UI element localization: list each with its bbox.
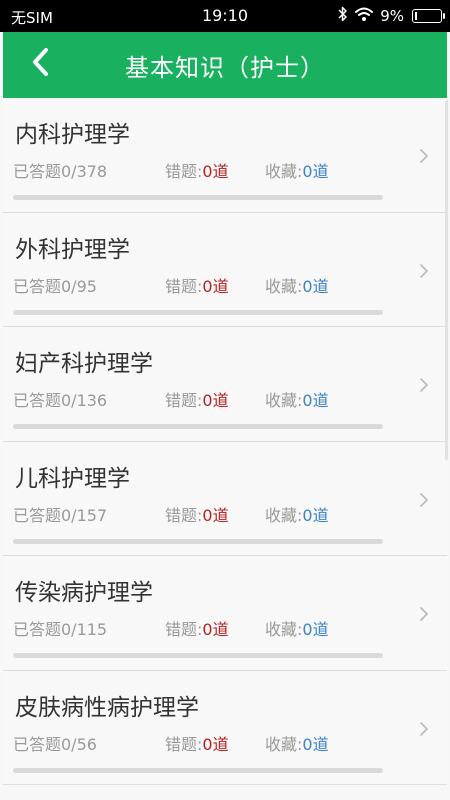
list-item[interactable]: 皮肤病性病护理学 已答题0/56 错题:0道 收藏:0道 xyxy=(3,670,447,785)
favorite-label: 收藏: xyxy=(265,391,303,410)
answered-count: 已答题0/56 xyxy=(13,734,97,754)
chevron-right-icon xyxy=(419,263,429,283)
favorite-count: 收藏:0道 xyxy=(265,616,329,640)
answered-count: 已答题0/115 xyxy=(13,620,108,639)
progress-bar xyxy=(13,309,383,315)
progress-bar xyxy=(13,538,383,544)
favorite-label: 收藏: xyxy=(265,162,303,181)
progress-bar xyxy=(13,653,383,658)
favorite-count: 收藏:0道 xyxy=(265,502,329,526)
wrong-count: 错题:0道 xyxy=(165,502,229,526)
wrong-label: 错题: xyxy=(165,276,203,296)
list-item[interactable]: 传染病护理学 已答题0/115 错题:0道 收藏:0道 xyxy=(3,556,447,671)
wifi-icon xyxy=(354,6,374,26)
battery-percent: 9% xyxy=(380,7,404,25)
bluetooth-icon xyxy=(338,6,348,26)
favorite-value: 0道 xyxy=(302,391,329,410)
screen: 无SIM 19:10 9% 基本知识（护士） 内科护理学 已答题0/378 错题… xyxy=(0,0,450,800)
favorite-count: 收藏:0道 xyxy=(265,158,329,182)
subject-list: 内科护理学 已答题0/378 错题:0道 收藏:0道 外科护理学 已答题0/95… xyxy=(3,98,447,785)
wrong-label: 错题: xyxy=(165,734,203,754)
favorite-value: 0道 xyxy=(302,620,329,639)
favorite-label: 收藏: xyxy=(265,734,303,754)
favorite-value: 0道 xyxy=(302,505,329,525)
chevron-right-icon xyxy=(419,606,429,626)
battery-level-fill xyxy=(415,12,418,20)
favorite-count: 收藏:0道 xyxy=(265,387,329,411)
progress-bar xyxy=(13,424,383,429)
list-item[interactable]: 妇产科护理学 已答题0/136 错题:0道 收藏:0道 xyxy=(3,327,447,442)
list-item[interactable]: 外科护理学 已答题0/95 错题:0道 收藏:0道 xyxy=(3,212,447,327)
status-bar: 无SIM 19:10 9% xyxy=(0,0,450,32)
wrong-label: 错题: xyxy=(165,162,203,181)
wrong-label: 错题: xyxy=(165,620,203,639)
scrollbar[interactable] xyxy=(445,100,448,460)
wrong-value: 0道 xyxy=(202,620,229,639)
subject-name: 内科护理学 xyxy=(15,122,130,148)
answered-count: 已答题0/136 xyxy=(13,391,108,410)
app-header: 基本知识（护士） xyxy=(3,32,447,98)
favorite-value: 0道 xyxy=(302,276,329,296)
favorite-label: 收藏: xyxy=(265,620,303,639)
wrong-value: 0道 xyxy=(202,391,229,410)
answered-count: 已答题0/157 xyxy=(13,505,108,525)
wrong-count: 错题:0道 xyxy=(165,731,229,755)
subject-name: 妇产科护理学 xyxy=(15,351,153,377)
wrong-value: 0道 xyxy=(202,505,229,525)
subject-name: 外科护理学 xyxy=(15,236,130,263)
progress-bar xyxy=(13,195,383,200)
favorite-label: 收藏: xyxy=(265,276,303,296)
answered-count: 已答题0/378 xyxy=(13,162,108,181)
page-title: 基本知识（护士） xyxy=(125,54,325,82)
wrong-value: 0道 xyxy=(202,162,229,181)
subject-name: 儿科护理学 xyxy=(15,465,130,492)
battery-icon xyxy=(412,9,445,23)
subject-name: 传染病护理学 xyxy=(15,580,153,606)
wrong-label: 错题: xyxy=(165,505,203,525)
answered-count: 已答题0/95 xyxy=(13,276,97,296)
wrong-value: 0道 xyxy=(202,276,229,296)
favorite-value: 0道 xyxy=(302,734,329,754)
wrong-count: 错题:0道 xyxy=(165,273,229,297)
chevron-right-icon xyxy=(419,721,429,741)
wrong-count: 错题:0道 xyxy=(165,387,229,411)
wrong-value: 0道 xyxy=(202,734,229,754)
list-item[interactable]: 内科护理学 已答题0/378 错题:0道 收藏:0道 xyxy=(3,98,447,213)
favorite-value: 0道 xyxy=(302,162,329,181)
status-icons: 9% xyxy=(338,6,445,26)
favorite-count: 收藏:0道 xyxy=(265,731,329,755)
subject-name: 皮肤病性病护理学 xyxy=(15,694,199,721)
favorite-count: 收藏:0道 xyxy=(265,273,329,297)
wrong-label: 错题: xyxy=(165,391,203,410)
chevron-right-icon xyxy=(419,377,429,397)
wrong-count: 错题:0道 xyxy=(165,616,229,640)
favorite-label: 收藏: xyxy=(265,505,303,525)
chevron-right-icon xyxy=(419,148,429,168)
list-item[interactable]: 儿科护理学 已答题0/157 错题:0道 收藏:0道 xyxy=(3,441,447,556)
wrong-count: 错题:0道 xyxy=(165,158,229,182)
chevron-right-icon xyxy=(419,492,429,512)
progress-bar xyxy=(13,767,383,773)
